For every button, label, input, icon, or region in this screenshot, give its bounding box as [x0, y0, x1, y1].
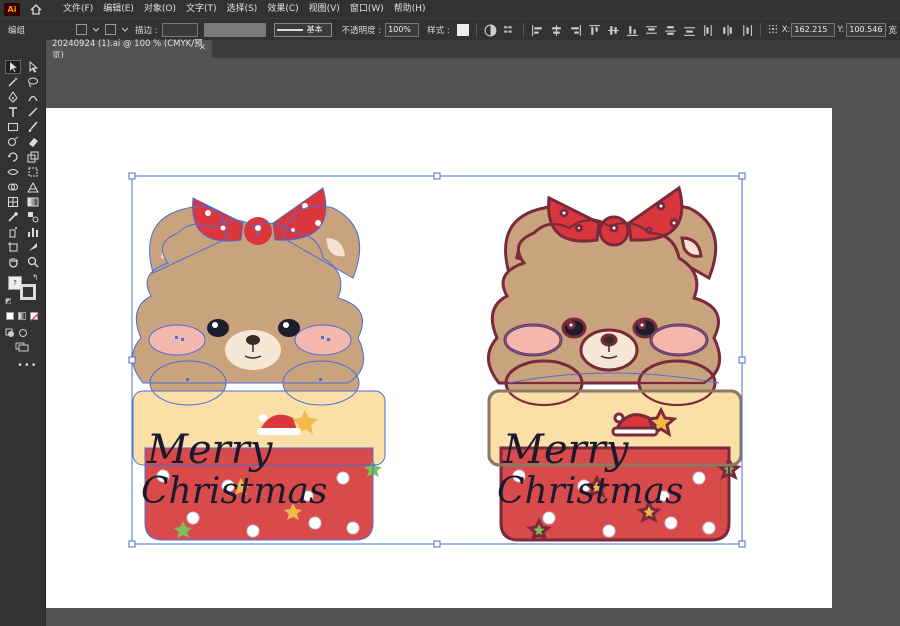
- distribute-left-icon[interactable]: [702, 24, 715, 36]
- stroke-style-label: 基本: [306, 24, 323, 34]
- curvature-tool-icon[interactable]: [25, 90, 41, 104]
- opacity-input[interactable]: 100%: [385, 22, 420, 37]
- stroke-swatch-icon[interactable]: [20, 284, 36, 300]
- distribute-bottom-icon[interactable]: [683, 24, 696, 36]
- slice-tool-icon[interactable]: [25, 240, 41, 254]
- align-center-icon[interactable]: [550, 24, 563, 36]
- stroke-label: 描边 :: [135, 25, 158, 36]
- menu-effect[interactable]: 效果(C): [262, 0, 303, 18]
- pen-tool-icon[interactable]: [5, 90, 21, 104]
- menu-view[interactable]: 视图(V): [304, 0, 345, 18]
- free-transform-tool-icon[interactable]: [25, 165, 41, 179]
- screen-mode-icon[interactable]: [15, 342, 29, 355]
- draw-behind-icon[interactable]: [18, 328, 28, 341]
- y-label: Y:: [837, 24, 845, 35]
- draw-normal-icon[interactable]: [5, 328, 15, 341]
- artboard[interactable]: Merry Christmas Merry Christmas: [46, 108, 832, 608]
- shaper-tool-icon[interactable]: [5, 135, 21, 149]
- shape-builder-tool-icon[interactable]: [5, 180, 21, 194]
- chevron-down-icon[interactable]: [92, 24, 100, 36]
- artboard-tool-icon[interactable]: [5, 240, 21, 254]
- selection-mode-label: 编组: [8, 25, 26, 36]
- brush-tool-icon[interactable]: [25, 120, 41, 134]
- lasso-tool-icon[interactable]: [25, 75, 41, 89]
- distribute-top-icon[interactable]: [645, 24, 658, 36]
- align-left-icon[interactable]: [531, 24, 544, 36]
- right-greeting-line1: Merry: [502, 427, 630, 473]
- variable-width-dropdown[interactable]: [203, 22, 266, 37]
- default-colors-icon[interactable]: ◩: [5, 297, 12, 305]
- width-label: 宽: [888, 25, 897, 36]
- home-icon[interactable]: [28, 1, 44, 17]
- symbol-sprayer-tool-icon[interactable]: [5, 225, 21, 239]
- more-tools-icon[interactable]: •••: [17, 360, 38, 371]
- magic-wand-tool-icon[interactable]: [5, 75, 21, 89]
- gradient-mode-icon[interactable]: [18, 312, 26, 320]
- reference-point-icon[interactable]: [768, 24, 778, 36]
- x-label: X:: [781, 24, 791, 35]
- zoom-tool-icon[interactable]: [25, 255, 41, 269]
- style-label: 样式 :: [427, 25, 450, 36]
- stroke-color-icon[interactable]: [105, 24, 116, 35]
- document-tab-bar: 20240924 (1).ai @ 100 % (CMYK/预览) ✕: [46, 39, 900, 61]
- gradient-tool-icon[interactable]: [25, 195, 41, 209]
- align-right-icon[interactable]: [569, 24, 582, 36]
- direct-selection-tool-icon[interactable]: [25, 60, 41, 74]
- eyedropper-tool-icon[interactable]: [5, 210, 21, 224]
- distribute-center-icon[interactable]: [664, 24, 677, 36]
- menu-object[interactable]: 对象(O): [139, 0, 181, 18]
- column-graph-tool-icon[interactable]: [25, 225, 41, 239]
- canvas-area[interactable]: Merry Christmas Merry Christmas: [46, 58, 900, 626]
- app-logo: Ai: [4, 2, 20, 16]
- document-tab[interactable]: 20240924 (1).ai @ 100 % (CMYK/预览) ✕: [46, 39, 212, 61]
- fill-color-icon[interactable]: [76, 24, 87, 35]
- menu-select[interactable]: 选择(S): [222, 0, 263, 18]
- artwork-canvas: Merry Christmas Merry Christmas: [128, 172, 746, 548]
- menu-edit[interactable]: 编辑(E): [98, 0, 139, 18]
- swap-colors-icon[interactable]: ↰: [32, 273, 39, 282]
- menu-type[interactable]: 文字(T): [181, 0, 222, 18]
- tools-panel: ? ◩ ↰ •••: [0, 40, 46, 626]
- color-mode-icon[interactable]: [6, 312, 14, 320]
- opacity-label: 不透明度 :: [341, 25, 382, 36]
- line-tool-icon[interactable]: [25, 105, 41, 119]
- rotate-tool-icon[interactable]: [5, 150, 21, 164]
- perspective-grid-tool-icon[interactable]: [25, 180, 41, 194]
- align-bottom-icon[interactable]: [626, 24, 639, 36]
- align-grid-icon[interactable]: [503, 24, 516, 36]
- none-mode-icon[interactable]: [30, 312, 39, 321]
- selection-tool-icon[interactable]: [5, 60, 21, 74]
- close-icon[interactable]: ✕: [198, 43, 206, 53]
- type-tool-icon[interactable]: [5, 105, 21, 119]
- stroke-weight-input[interactable]: [161, 22, 198, 37]
- menu-bar: Ai 文件(F) 编辑(E) 对象(O) 文字(T) 选择(S) 效果(C) 视…: [0, 0, 900, 18]
- right-greeting-line2: Christmas: [497, 471, 683, 512]
- y-position-input[interactable]: 100.546: [846, 22, 887, 37]
- menu-window[interactable]: 窗口(W): [345, 0, 389, 18]
- align-top-icon[interactable]: [588, 24, 601, 36]
- menu-help[interactable]: 帮助(H): [389, 0, 431, 18]
- x-position-input[interactable]: 162.215: [791, 22, 836, 37]
- rectangle-tool-icon[interactable]: [5, 120, 21, 134]
- align-middle-icon[interactable]: [607, 24, 620, 36]
- chevron-down-icon[interactable]: [121, 24, 129, 36]
- stroke-preview: [276, 28, 303, 31]
- eraser-tool-icon[interactable]: [25, 135, 41, 149]
- left-greeting-line1: Merry: [146, 427, 274, 473]
- distribute-hcenter-icon[interactable]: [721, 24, 734, 36]
- distribute-right-icon[interactable]: [740, 24, 753, 36]
- blend-tool-icon[interactable]: [25, 210, 41, 224]
- menu-file[interactable]: 文件(F): [58, 0, 98, 18]
- stroke-style-dropdown[interactable]: 基本: [273, 22, 332, 37]
- style-swatch-icon[interactable]: [456, 23, 469, 36]
- hand-tool-icon[interactable]: [5, 255, 21, 269]
- mesh-tool-icon[interactable]: [5, 195, 21, 209]
- scale-tool-icon[interactable]: [25, 150, 41, 164]
- recolor-icon[interactable]: [484, 24, 497, 36]
- width-tool-icon[interactable]: [5, 165, 21, 179]
- left-greeting-line2: Christmas: [141, 471, 327, 512]
